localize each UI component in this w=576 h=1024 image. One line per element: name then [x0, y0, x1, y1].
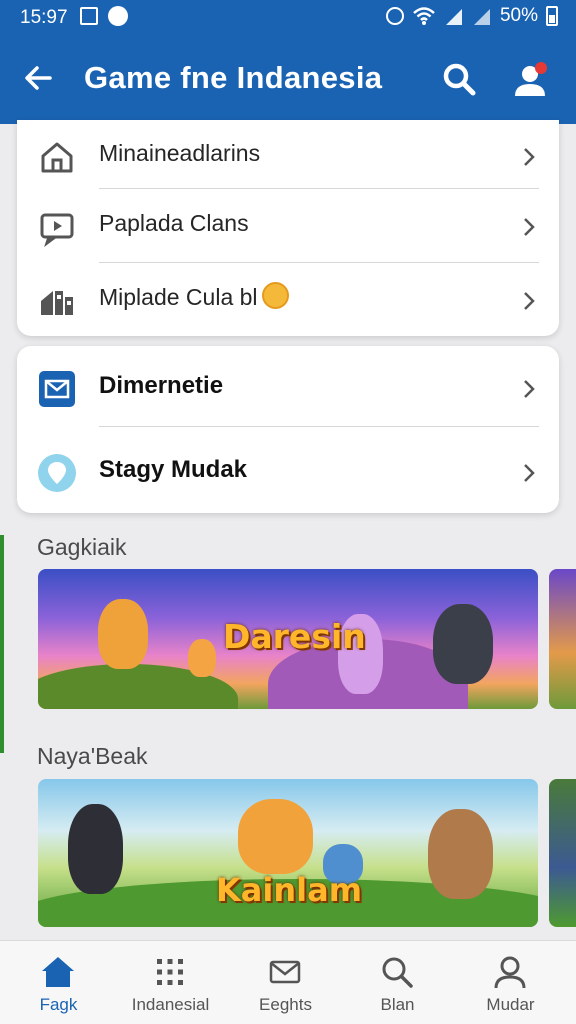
chevron-right-icon	[524, 218, 535, 236]
status-time: 15:97	[20, 7, 68, 28]
chevron-right-icon	[524, 380, 535, 398]
status-bar: 15:97 50%	[0, 0, 576, 36]
divider	[99, 426, 539, 427]
smile-emoji-icon	[261, 282, 289, 310]
menu-item-text: Miplade Cula bl	[99, 284, 258, 310]
menu-item-label: Minaineadlarins	[99, 140, 261, 166]
alarm-icon	[385, 7, 404, 25]
section-title: Naya'Beak	[37, 743, 148, 769]
chevron-right-icon	[524, 148, 535, 166]
person-icon	[494, 956, 526, 989]
chevron-right-icon	[524, 464, 535, 482]
cat-character	[98, 599, 148, 669]
signal-icon	[445, 9, 462, 25]
battery-percent: 50%	[499, 5, 538, 26]
mail-icon	[269, 960, 301, 984]
profile-icon[interactable]	[510, 58, 552, 100]
cat-character	[238, 799, 313, 874]
nav-label: Eeghts	[259, 995, 312, 1014]
divider	[99, 262, 539, 263]
status-right: 50%	[385, 5, 558, 27]
game-banner-1[interactable]: Daresin	[38, 569, 538, 709]
divider	[99, 188, 539, 189]
nav-item-search[interactable]: Blan	[340, 941, 455, 1024]
game-banner-2[interactable]: Kainlam	[38, 779, 538, 927]
building-icon	[41, 291, 73, 315]
bottom-navigation: Fagk Indanesial Eeghts Blan Mudar	[0, 940, 576, 1024]
grid-icon	[157, 959, 183, 985]
menu-item-mail[interactable]: Dimernetie	[17, 352, 559, 426]
menu-item-location[interactable]: Stagy Mudak	[17, 436, 559, 510]
next-banner-peek[interactable]	[549, 569, 576, 709]
page-title: Game fne Indanesia	[84, 60, 383, 95]
nav-item-grid[interactable]: Indanesial	[113, 941, 228, 1024]
back-arrow-icon[interactable]	[20, 60, 56, 96]
cat-character	[433, 604, 493, 684]
menu-item-2[interactable]: Paplada Clans	[17, 190, 559, 264]
section-title: Gagkiaik	[37, 534, 127, 560]
screenshot-icon	[80, 7, 98, 25]
wifi-icon	[413, 7, 435, 25]
next-banner-peek[interactable]	[549, 779, 576, 927]
left-peek-card	[0, 535, 4, 753]
app-header: 15:97 50% Game fne Indanesia	[0, 0, 576, 124]
menu-item-label: Stagy Mudak	[99, 456, 248, 483]
menu-item-3[interactable]: Miplade Cula bl	[17, 264, 559, 336]
banner-logo-text: Daresin	[223, 617, 366, 656]
search-icon[interactable]	[440, 60, 478, 98]
nav-label: Indanesial	[131, 995, 210, 1014]
cat-character	[188, 639, 216, 677]
battery-icon	[546, 6, 558, 26]
nav-label: Mudar	[486, 995, 535, 1014]
home-icon	[42, 957, 74, 987]
menu-item-label: Paplada Clans	[99, 210, 249, 236]
menu-item-label: Dimernetie	[99, 372, 224, 399]
mail-icon	[39, 371, 75, 407]
banner-logo-text: Kainlam	[216, 871, 363, 909]
home-icon	[41, 142, 73, 173]
nav-label: Blan	[380, 995, 415, 1014]
nav-item-mail[interactable]: Eeghts	[228, 941, 343, 1024]
cat-character	[428, 809, 493, 899]
account-menu-card: Dimernetie Stagy Mudak	[17, 346, 559, 513]
menu-item-1[interactable]: Minaineadlarins	[17, 120, 559, 194]
chevron-right-icon	[524, 292, 535, 310]
nav-item-home[interactable]: Fagk	[1, 941, 116, 1024]
video-icon	[40, 213, 74, 247]
menu-item-label: Miplade Cula bl	[99, 282, 289, 312]
settings-menu-card: Minaineadlarins Paplada Clans Miplade Cu…	[17, 120, 559, 336]
cat-character	[68, 804, 123, 894]
nav-label: Fagk	[39, 995, 78, 1014]
sync-icon	[108, 6, 128, 26]
nav-item-profile[interactable]: Mudar	[453, 941, 568, 1024]
signal-icon-2	[473, 9, 490, 25]
search-icon	[382, 957, 413, 988]
location-icon	[38, 454, 76, 492]
